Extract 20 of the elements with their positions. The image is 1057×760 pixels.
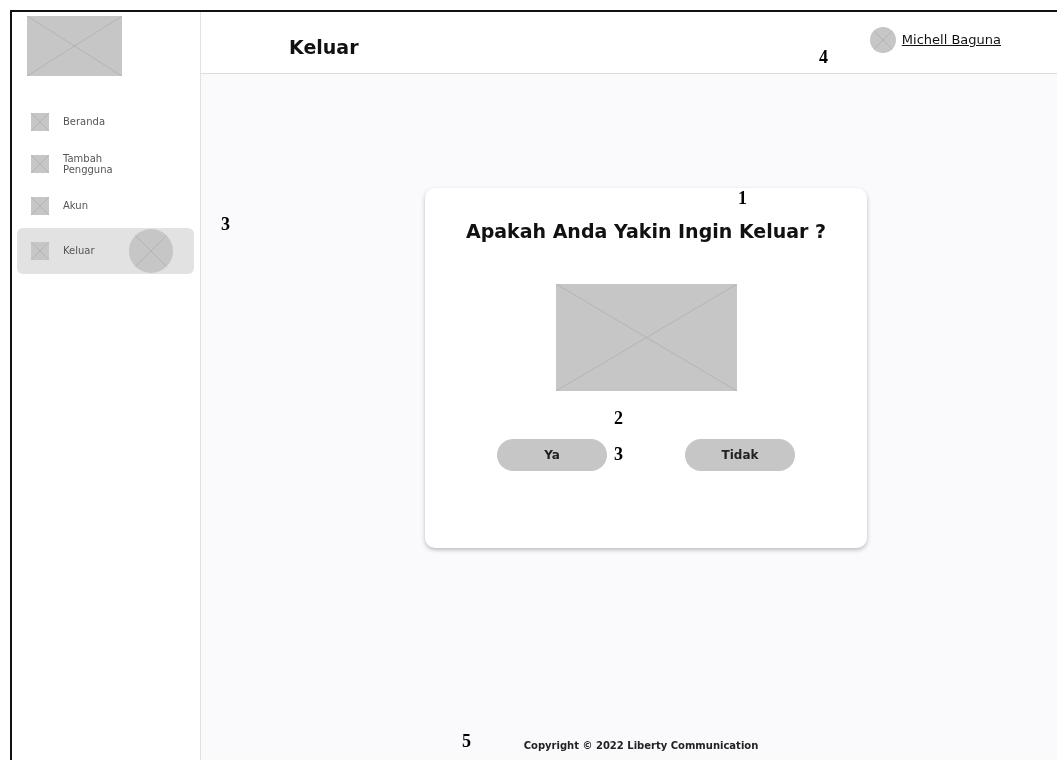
annotation-number: 1 [738,188,747,209]
user-link[interactable]: Michell Baguna [901,32,1001,47]
sidebar-item[interactable]: Keluar [17,228,194,274]
sidebar-label: Keluar [63,245,96,257]
copyright-text: Copyright © 2022 Liberty Communication [523,740,759,751]
annotation-number: 5 [462,731,471,752]
sidebar-label: Akun [63,200,89,212]
annotation-number: 4 [819,47,828,68]
dialog-button[interactable]: Ya [497,439,607,471]
sidebar-label: Tambah Pengguna [63,152,114,176]
sidebar-label: Beranda [63,116,107,128]
dialog-button[interactable]: Tidak [685,439,795,471]
sidebar-item[interactable]: Beranda [17,106,194,138]
annotation-number: 2 [614,408,623,429]
page-title: Keluar [289,35,359,58]
sidebar-item[interactable]: Tambah Pengguna [17,148,194,180]
dialog-title: Apakah Anda Yakin Ingin Keluar ? [465,220,827,242]
annotation-number: 3 [221,214,230,235]
annotation-number: 3 [614,444,623,465]
sidebar-item[interactable]: Akun [17,190,194,222]
